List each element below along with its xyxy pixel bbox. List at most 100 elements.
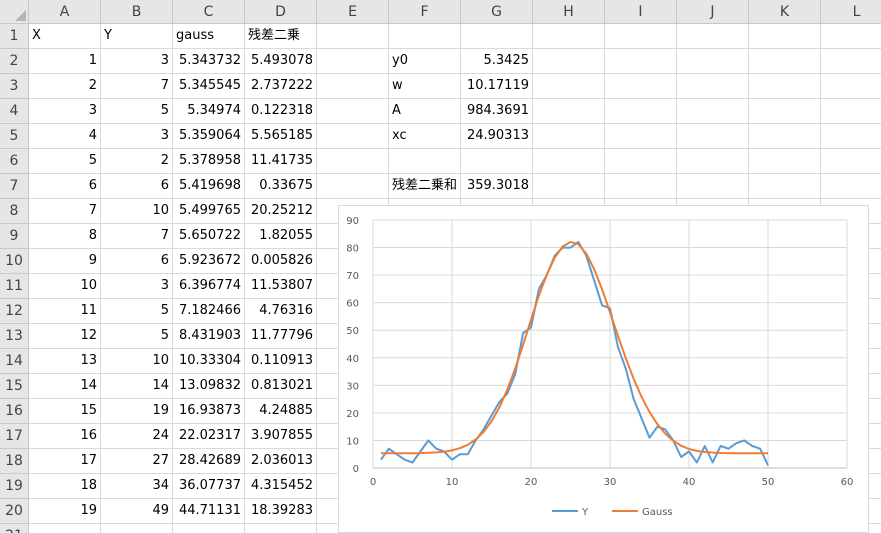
cell-d1[interactable]: 残差二乗 <box>245 24 317 49</box>
cell-l3[interactable] <box>821 74 881 99</box>
cell-c8[interactable]: 5.499765 <box>173 199 245 224</box>
cell-d2[interactable]: 5.493078 <box>245 49 317 74</box>
cell-a14[interactable]: 13 <box>29 349 101 374</box>
cell-d11[interactable]: 11.53807 <box>245 274 317 299</box>
cell-d21[interactable] <box>245 524 317 533</box>
cell-b11[interactable]: 3 <box>101 274 173 299</box>
cell-a19[interactable]: 18 <box>29 474 101 499</box>
cell-g6[interactable] <box>461 149 533 174</box>
cell-k6[interactable] <box>749 149 821 174</box>
cell-b9[interactable]: 7 <box>101 224 173 249</box>
cell-b13[interactable]: 5 <box>101 324 173 349</box>
cell-j7[interactable] <box>677 174 749 199</box>
cell-d13[interactable]: 11.77796 <box>245 324 317 349</box>
cell-e2[interactable] <box>317 49 389 74</box>
cell-g5[interactable]: 24.90313 <box>461 124 533 149</box>
cell-k7[interactable] <box>749 174 821 199</box>
cell-h7[interactable] <box>533 174 605 199</box>
cell-e6[interactable] <box>317 149 389 174</box>
cell-i1[interactable] <box>605 24 677 49</box>
cell-i3[interactable] <box>605 74 677 99</box>
cell-b16[interactable]: 19 <box>101 399 173 424</box>
row-header[interactable]: 21 <box>0 524 29 533</box>
select-all-button[interactable] <box>0 0 29 24</box>
cell-a18[interactable]: 17 <box>29 449 101 474</box>
row-header[interactable]: 20 <box>0 499 29 524</box>
cell-h1[interactable] <box>533 24 605 49</box>
line-chart[interactable]: 0 10 20 30 40 50 60 0 10 20 30 40 50 60 70 80 90 Y Gauss <box>338 205 869 533</box>
cell-d20[interactable]: 18.39283 <box>245 499 317 524</box>
cell-c3[interactable]: 5.345545 <box>173 74 245 99</box>
cell-a11[interactable]: 10 <box>29 274 101 299</box>
cell-k3[interactable] <box>749 74 821 99</box>
cell-c19[interactable]: 36.07737 <box>173 474 245 499</box>
row-header[interactable]: 16 <box>0 399 29 424</box>
cell-k5[interactable] <box>749 124 821 149</box>
column-header-e[interactable]: E <box>317 0 389 24</box>
cell-k1[interactable] <box>749 24 821 49</box>
cell-g1[interactable] <box>461 24 533 49</box>
cell-d4[interactable]: 0.122318 <box>245 99 317 124</box>
cell-c7[interactable]: 5.419698 <box>173 174 245 199</box>
row-header[interactable]: 19 <box>0 474 29 499</box>
cell-c1[interactable]: gauss <box>173 24 245 49</box>
cell-c2[interactable]: 5.343732 <box>173 49 245 74</box>
cell-l2[interactable] <box>821 49 881 74</box>
cell-c5[interactable]: 5.359064 <box>173 124 245 149</box>
cell-a21[interactable] <box>29 524 101 533</box>
cell-l4[interactable] <box>821 99 881 124</box>
row-header[interactable]: 17 <box>0 424 29 449</box>
row-header[interactable]: 8 <box>0 199 29 224</box>
cell-d17[interactable]: 3.907855 <box>245 424 317 449</box>
row-header[interactable]: 10 <box>0 249 29 274</box>
cell-a2[interactable]: 1 <box>29 49 101 74</box>
cell-c14[interactable]: 10.33304 <box>173 349 245 374</box>
cell-a5[interactable]: 4 <box>29 124 101 149</box>
cell-f6[interactable] <box>389 149 461 174</box>
row-header[interactable]: 13 <box>0 324 29 349</box>
column-header-i[interactable]: I <box>605 0 677 24</box>
cell-e3[interactable] <box>317 74 389 99</box>
cell-e4[interactable] <box>317 99 389 124</box>
cell-d7[interactable]: 0.33675 <box>245 174 317 199</box>
cell-b4[interactable]: 5 <box>101 99 173 124</box>
cell-l1[interactable] <box>821 24 881 49</box>
cell-a3[interactable]: 2 <box>29 74 101 99</box>
row-header[interactable]: 15 <box>0 374 29 399</box>
row-header[interactable]: 12 <box>0 299 29 324</box>
cell-j6[interactable] <box>677 149 749 174</box>
column-header-h[interactable]: H <box>533 0 605 24</box>
cell-a15[interactable]: 14 <box>29 374 101 399</box>
row-header[interactable]: 5 <box>0 124 29 149</box>
cell-c4[interactable]: 5.34974 <box>173 99 245 124</box>
cell-d5[interactable]: 5.565185 <box>245 124 317 149</box>
cell-h4[interactable] <box>533 99 605 124</box>
cell-c9[interactable]: 5.650722 <box>173 224 245 249</box>
cell-c13[interactable]: 8.431903 <box>173 324 245 349</box>
cell-f7[interactable]: 残差二乗和 <box>389 174 461 199</box>
cell-c11[interactable]: 6.396774 <box>173 274 245 299</box>
cell-a12[interactable]: 11 <box>29 299 101 324</box>
column-header-l[interactable]: L <box>821 0 881 24</box>
cell-g3[interactable]: 10.17119 <box>461 74 533 99</box>
cell-a20[interactable]: 19 <box>29 499 101 524</box>
cell-h6[interactable] <box>533 149 605 174</box>
cell-b19[interactable]: 34 <box>101 474 173 499</box>
cell-j5[interactable] <box>677 124 749 149</box>
cell-b17[interactable]: 24 <box>101 424 173 449</box>
cell-b7[interactable]: 6 <box>101 174 173 199</box>
cell-h5[interactable] <box>533 124 605 149</box>
cell-h3[interactable] <box>533 74 605 99</box>
cell-b6[interactable]: 2 <box>101 149 173 174</box>
cell-i6[interactable] <box>605 149 677 174</box>
cell-l5[interactable] <box>821 124 881 149</box>
row-header[interactable]: 14 <box>0 349 29 374</box>
cell-c18[interactable]: 28.42689 <box>173 449 245 474</box>
cell-f1[interactable] <box>389 24 461 49</box>
cell-j3[interactable] <box>677 74 749 99</box>
column-header-b[interactable]: B <box>101 0 173 24</box>
column-header-g[interactable]: G <box>461 0 533 24</box>
cell-d8[interactable]: 20.25212 <box>245 199 317 224</box>
cell-a17[interactable]: 16 <box>29 424 101 449</box>
row-header[interactable]: 3 <box>0 74 29 99</box>
